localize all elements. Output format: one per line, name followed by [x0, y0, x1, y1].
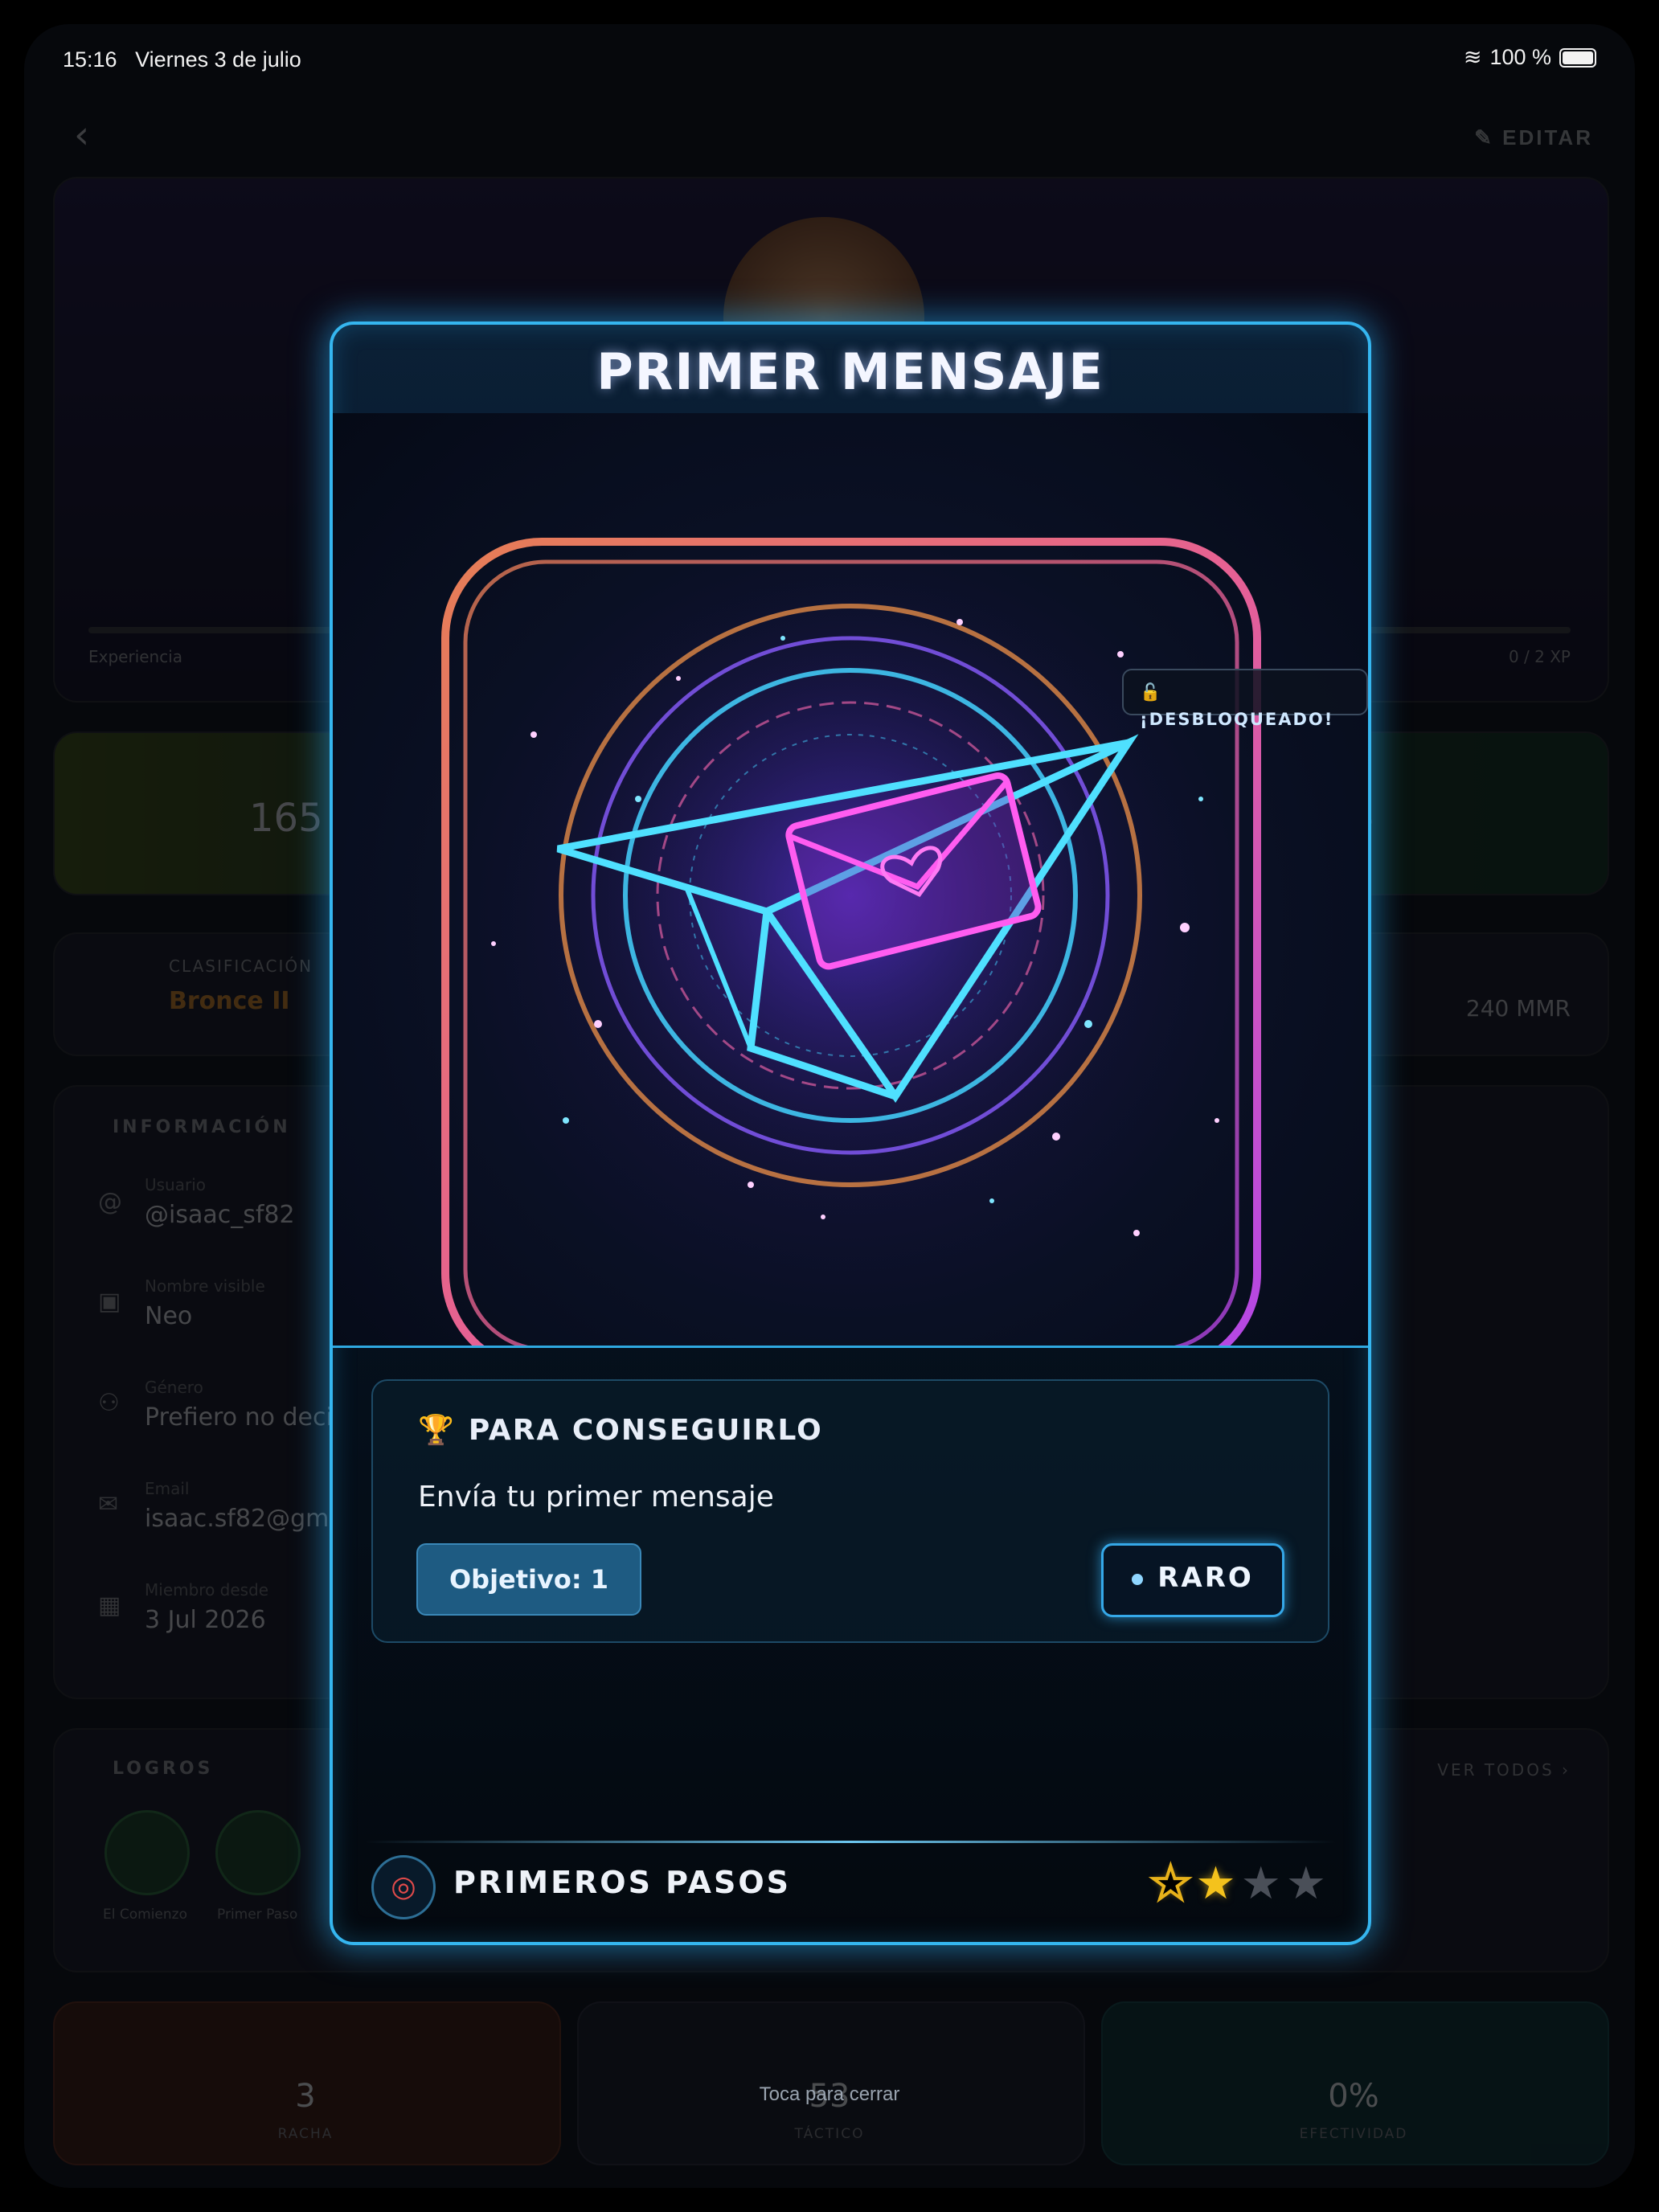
battery-percent: 100 % [1489, 45, 1551, 69]
category-label: PRIMEROS PASOS [453, 1865, 791, 1900]
tap-to-close-hint[interactable]: Toca para cerrar [24, 2083, 1635, 2106]
requirement-box: 🏆 PARA CONSEGUIRLO Envía tu primer mensaj… [371, 1379, 1329, 1643]
star-rating: ★ ★ ★ ★ [1149, 1856, 1326, 1911]
info-title: INFORMACIÓN [113, 1117, 291, 1137]
star-empty-icon: ★ [1285, 1858, 1326, 1910]
wifi-icon: ≋ [1463, 45, 1482, 69]
target-icon: ◎ [371, 1855, 436, 1919]
edit-button[interactable]: ✎ EDITAR [1474, 125, 1593, 150]
footer-divider [365, 1841, 1336, 1843]
streak-label: RACHA [277, 2126, 334, 2142]
star-outline-icon: ★ [1149, 1856, 1192, 1911]
status-time-date: 15:16 Viernes 3 de julio [63, 47, 301, 72]
achievement-caption: Primer Paso [217, 1907, 298, 1923]
achievement-badge[interactable] [104, 1810, 190, 1895]
rank-value: Bronce II [169, 987, 290, 1015]
edit-label: EDITAR [1502, 125, 1593, 150]
id-card-icon: ▣ [98, 1288, 121, 1316]
info-field-username: Usuario @isaac_sf82 [145, 1175, 295, 1229]
back-icon[interactable]: ‹ [74, 113, 89, 158]
at-icon: @ [98, 1188, 122, 1216]
battery-icon [1559, 47, 1596, 68]
trophy-icon: 🏆 [418, 1414, 456, 1447]
star-empty-icon: ★ [1240, 1858, 1281, 1910]
requirement-text: Envía tu primer mensaje [418, 1481, 774, 1514]
device-screen: ‹ ✎ EDITAR Experiencia 0 / 2 XP 165 5 CL… [24, 24, 1635, 2188]
objective-badge: Objetivo: 1 [416, 1543, 641, 1616]
requirement-heading: 🏆 PARA CONSEGUIRLO [418, 1414, 823, 1447]
mail-icon: ✉ [98, 1490, 119, 1518]
paper-plane-envelope-icon [441, 538, 1261, 1346]
achievement-title: PRIMER MENSAJE [596, 342, 1104, 401]
rarity-dot-icon [1132, 1573, 1144, 1585]
info-field-gender: Género Prefiero no decir [145, 1378, 343, 1432]
view-all-link[interactable]: VER TODOS › [1437, 1760, 1571, 1780]
status-right: ≋ 100 % [1464, 45, 1596, 70]
calendar-icon: ▦ [98, 1591, 121, 1620]
info-field-email: Email isaac.sf82@gm [145, 1479, 330, 1533]
rank-title: CLASIFICACIÓN [169, 956, 313, 976]
unlocked-badge: 🔓 ¡DESBLOQUEADO! [1122, 669, 1368, 729]
achievement-artwork: 🔓 ¡DESBLOQUEADO! [333, 413, 1368, 1348]
xp-label: Experiencia [88, 647, 183, 666]
achievements-title: LOGROS [113, 1759, 214, 1779]
achievement-modal[interactable]: PRIMER MENSAJE 🔓 ¡DESBLOQUEADO! 🏆 PARA C… [330, 322, 1371, 1945]
rank-mmr: 240 MMR [1465, 995, 1571, 1022]
rarity-badge: RARO [1101, 1543, 1284, 1617]
tactical-label: TÁCTICO [794, 2126, 865, 2142]
info-field-display-name: Nombre visible Neo [145, 1276, 265, 1330]
star-filled-icon: ★ [1195, 1858, 1236, 1910]
person-icon: ⚇ [98, 1389, 120, 1417]
info-field-member-since: Miembro desde 3 Jul 2026 [145, 1580, 269, 1634]
status-bar: 15:16 Viernes 3 de julio ≋ 100 % [24, 24, 1635, 88]
effectiveness-label: EFECTIVIDAD [1299, 2126, 1408, 2142]
achievement-badge[interactable] [215, 1810, 301, 1895]
xp-value: 0 / 2 XP [1508, 647, 1571, 666]
stat-left-value: 165 [249, 796, 323, 841]
achievement-caption: El Comienzo [103, 1907, 187, 1923]
